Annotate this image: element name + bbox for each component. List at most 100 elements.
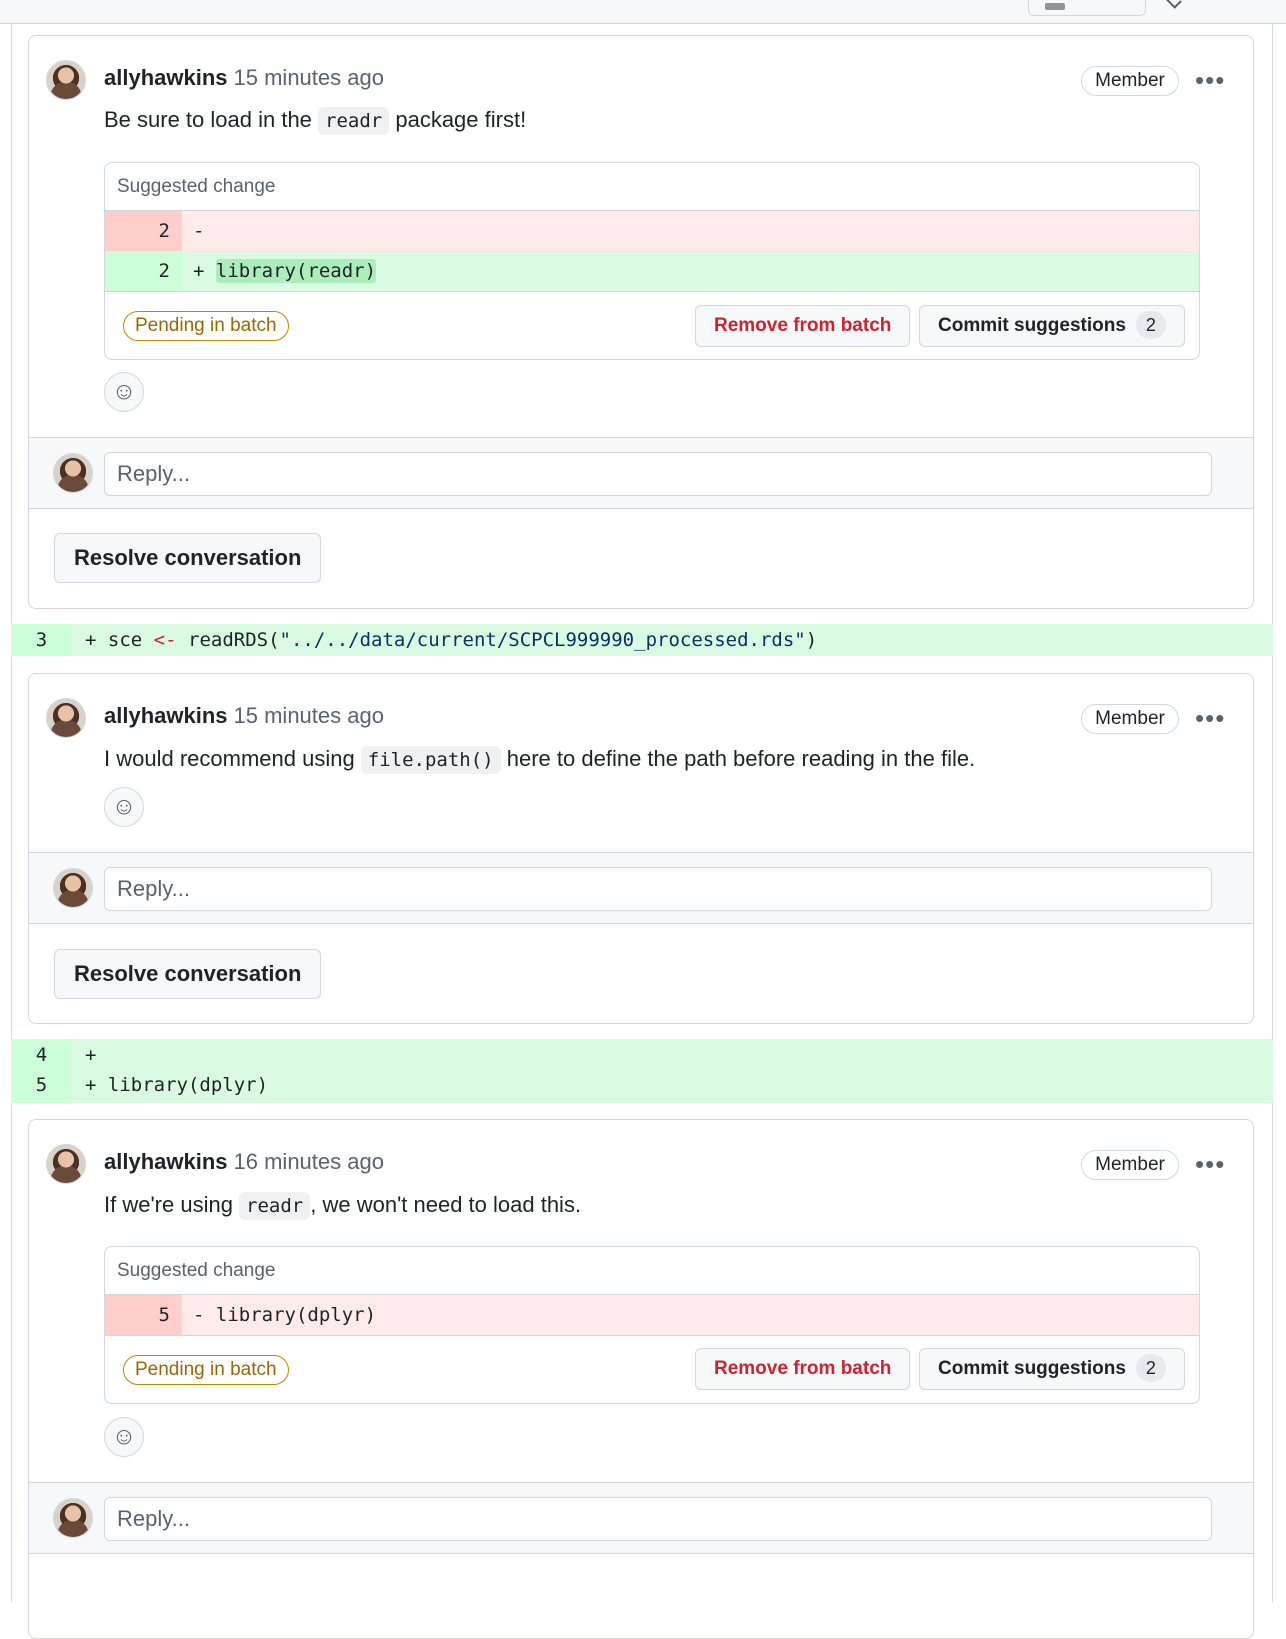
comment-text: package first! xyxy=(389,107,527,132)
avatar[interactable] xyxy=(46,60,86,100)
code-operator: <- xyxy=(153,629,177,651)
avatar xyxy=(53,453,93,493)
line-code: + library(dplyr) xyxy=(85,1071,268,1099)
role-badge: Member xyxy=(1081,66,1179,96)
comment-text: , we won't need to load this. xyxy=(310,1192,582,1217)
avatar[interactable] xyxy=(46,698,86,738)
pending-badge: Pending in batch xyxy=(123,311,289,341)
comment-text: I would recommend using xyxy=(104,746,361,771)
diff-sign: + xyxy=(193,260,205,282)
inline-code: file.path() xyxy=(360,746,501,774)
line-code: + library(readr) xyxy=(193,251,377,291)
comment-icon xyxy=(1045,3,1065,10)
pending-badge: Pending in batch xyxy=(123,1355,289,1385)
code-text: readRDS( xyxy=(176,629,280,651)
diff-sign: + xyxy=(85,1074,97,1096)
line-code: + sce <- readRDS("../../data/current/SCP… xyxy=(85,624,817,656)
code-string: "../../data/current/SCPCL999990_processe… xyxy=(279,629,806,651)
commit-suggestions-button[interactable]: Commit suggestions 2 xyxy=(919,1348,1185,1390)
suggestion-footer: Pending in batch Remove from batch Commi… xyxy=(105,291,1199,357)
code-text: library(dplyr) xyxy=(107,1074,269,1096)
code-text: library(dplyr) xyxy=(215,1304,377,1326)
suggested-change-header: Suggested change xyxy=(105,1247,1199,1295)
line-number: 5 xyxy=(105,1295,182,1335)
comment-body: If we're using readr, we won't need to l… xyxy=(104,1192,582,1220)
suggestion-added-line: 2 + library(readr) xyxy=(105,251,1199,291)
add-reaction-icon[interactable]: ☺ xyxy=(104,1417,144,1457)
timestamp[interactable]: 16 minutes ago xyxy=(234,1149,384,1174)
line-number[interactable]: 3 xyxy=(11,624,72,656)
diff-added-line: 3 + sce <- readRDS("../../data/current/S… xyxy=(11,624,1273,656)
role-badge: Member xyxy=(1081,1150,1179,1180)
suggested-change-box: Suggested change 5 - library(dplyr) Pend… xyxy=(104,1246,1200,1404)
comment-text: If we're using xyxy=(104,1192,240,1217)
comment-body: Be sure to load in the readr package fir… xyxy=(104,107,527,135)
suggested-change-box: Suggested change 2 - 2 + library(readr) … xyxy=(104,162,1200,360)
reply-bar: Reply... xyxy=(29,852,1253,924)
add-reaction-icon[interactable]: ☺ xyxy=(104,787,144,827)
commit-label: Commit suggestions xyxy=(938,315,1126,336)
timestamp[interactable]: 15 minutes ago xyxy=(234,65,384,90)
more-options-icon[interactable]: ••• xyxy=(1195,1151,1225,1178)
avatar xyxy=(53,1498,93,1538)
comment-text: here to define the path before reading i… xyxy=(500,746,976,771)
code-text: library(readr) xyxy=(215,259,377,283)
line-code: - xyxy=(193,211,216,251)
line-number: 2 xyxy=(105,251,182,291)
code-text: ) xyxy=(805,629,818,651)
resolve-conversation-button[interactable]: Resolve conversation xyxy=(54,949,322,999)
comment-header: allyhawkins 15 minutes ago xyxy=(104,703,384,729)
reply-bar: Reply... xyxy=(29,437,1253,509)
add-reaction-icon[interactable]: ☺ xyxy=(104,372,144,412)
line-code: + xyxy=(85,1041,108,1069)
diff-sign: - xyxy=(193,220,205,242)
avatar xyxy=(53,868,93,908)
toolbar-strip xyxy=(0,0,1286,24)
commit-count: 2 xyxy=(1135,1354,1166,1382)
comment-text: Be sure to load in the xyxy=(104,107,319,132)
commit-count: 2 xyxy=(1135,311,1166,339)
inline-code: readr xyxy=(318,107,390,135)
diff-border-right xyxy=(1272,24,1273,1602)
remove-from-batch-button[interactable]: Remove from batch xyxy=(695,1348,911,1390)
diff-sign: - xyxy=(193,1304,205,1326)
suggestion-deleted-line: 5 - library(dplyr) xyxy=(105,1295,1199,1335)
check-icon[interactable] xyxy=(1166,0,1182,9)
diff-border-left xyxy=(11,24,12,1602)
diff-sign: + xyxy=(85,629,97,651)
review-thread: allyhawkins 15 minutes ago Member ••• I w… xyxy=(28,673,1254,1024)
more-options-icon[interactable]: ••• xyxy=(1195,67,1225,94)
avatar[interactable] xyxy=(46,1144,86,1184)
review-thread: allyhawkins 15 minutes ago Member ••• Be … xyxy=(28,35,1254,609)
diff-added-block: 4 + 5 + library(dplyr) xyxy=(11,1039,1273,1103)
comment-header: allyhawkins 16 minutes ago xyxy=(104,1149,384,1175)
code-text: sce xyxy=(107,629,154,651)
remove-from-batch-button[interactable]: Remove from batch xyxy=(695,305,911,347)
more-options-icon[interactable]: ••• xyxy=(1195,705,1225,732)
toolbar-button[interactable] xyxy=(1028,0,1146,16)
comment-header: allyhawkins 15 minutes ago xyxy=(104,65,384,91)
suggestion-deleted-line: 2 - xyxy=(105,211,1199,251)
author-name[interactable]: allyhawkins xyxy=(104,65,228,90)
diff-sign: + xyxy=(85,1044,97,1066)
line-number: 2 xyxy=(105,211,182,251)
inline-code: readr xyxy=(239,1192,311,1220)
line-number[interactable]: 4 xyxy=(11,1041,72,1069)
author-name[interactable]: allyhawkins xyxy=(104,703,228,728)
timestamp[interactable]: 15 minutes ago xyxy=(234,703,384,728)
reply-bar: Reply... xyxy=(29,1482,1253,1554)
reply-input[interactable]: Reply... xyxy=(104,867,1212,911)
reply-input[interactable]: Reply... xyxy=(104,452,1212,496)
review-thread: allyhawkins 16 minutes ago Member ••• If … xyxy=(28,1119,1254,1639)
reply-input[interactable]: Reply... xyxy=(104,1497,1212,1541)
commit-label: Commit suggestions xyxy=(938,1358,1126,1379)
commit-suggestions-button[interactable]: Commit suggestions 2 xyxy=(919,305,1185,347)
comment-body: I would recommend using file.path() here… xyxy=(104,746,976,774)
suggested-change-header: Suggested change xyxy=(105,163,1199,211)
resolve-conversation-button[interactable]: Resolve conversation xyxy=(54,533,322,583)
suggestion-footer: Pending in batch Remove from batch Commi… xyxy=(105,1335,1199,1401)
role-badge: Member xyxy=(1081,704,1179,734)
line-number[interactable]: 5 xyxy=(11,1071,72,1099)
line-code: - library(dplyr) xyxy=(193,1295,376,1335)
author-name[interactable]: allyhawkins xyxy=(104,1149,228,1174)
